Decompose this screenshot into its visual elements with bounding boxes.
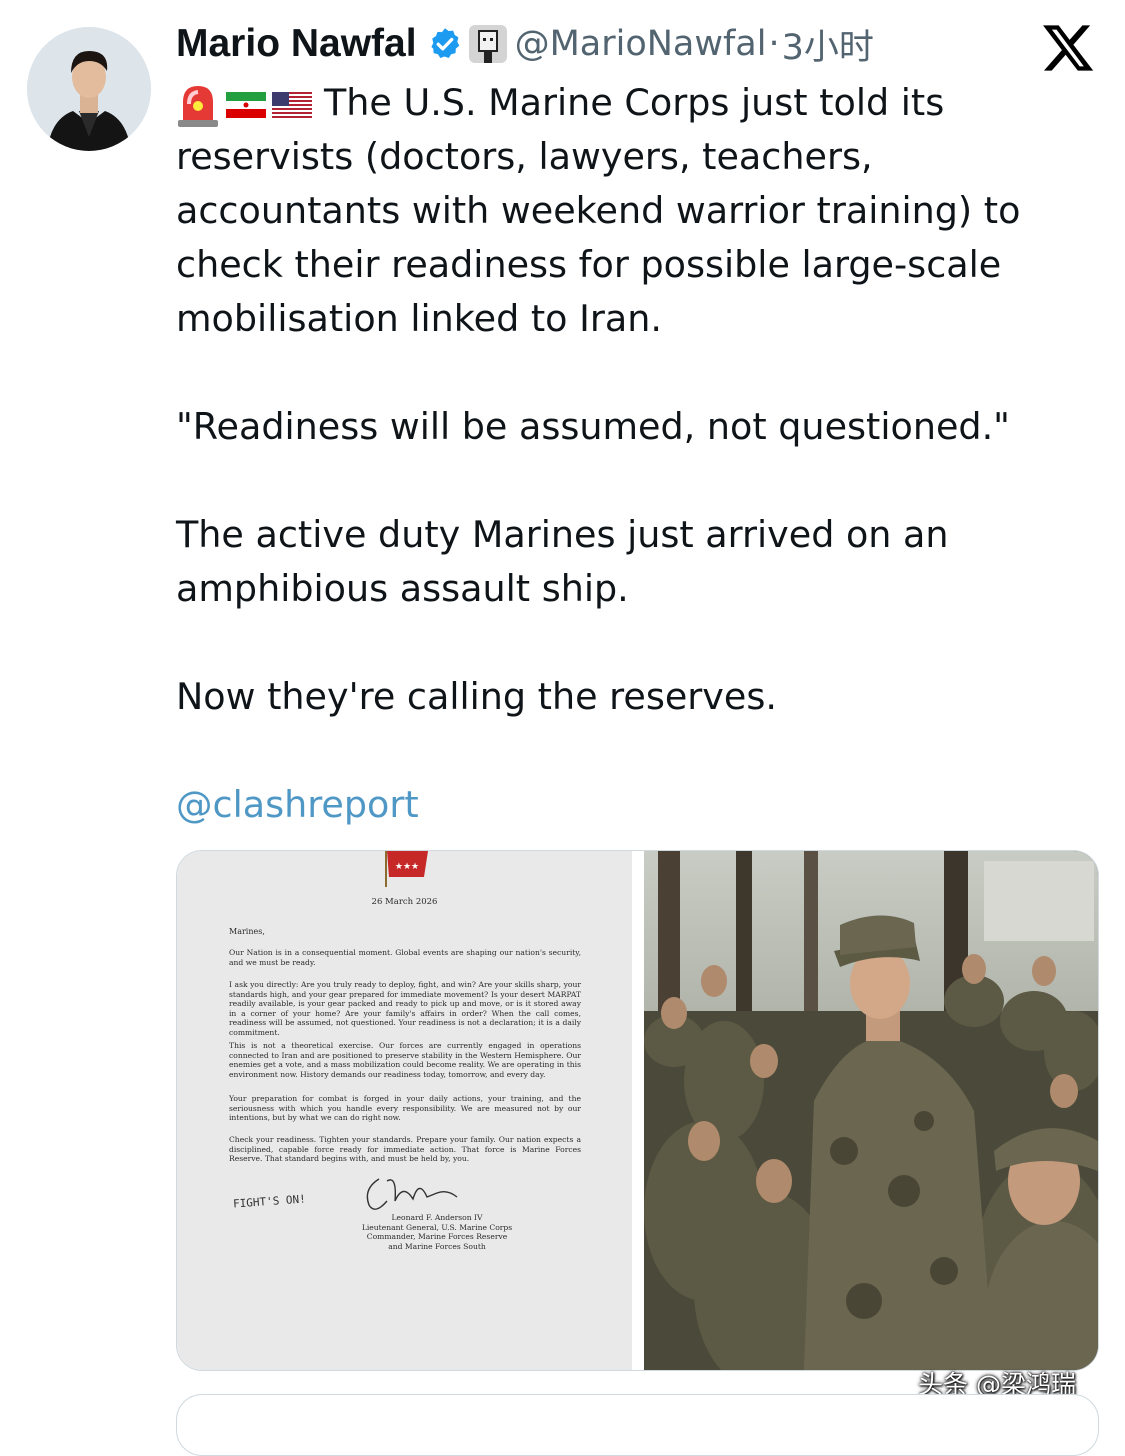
tweet-line-3: accountants with weekend warrior trainin… [176, 189, 1021, 232]
mention-link[interactable]: @clashreport [176, 778, 1081, 832]
emoji-group [176, 82, 312, 128]
signer-title-2: Commander, Marine Forces Reserve [366, 1232, 508, 1242]
letter-greeting: Marines, [229, 927, 265, 936]
letter-paragraph-4: Your preparation for combat is forged in… [229, 1094, 581, 1123]
x-logo-icon[interactable] [1040, 20, 1096, 76]
tweet-header: Mario Nawfal @MarioNawfal · 3小时 [176, 18, 874, 70]
author-handle[interactable]: @MarioNawfal [515, 24, 767, 64]
letter-paragraph-3: This is not a theoretical exercise. Our … [229, 1041, 581, 1079]
tweet-quote: "Readiness will be assumed, not question… [176, 405, 1010, 448]
author-name[interactable]: Mario Nawfal [176, 22, 417, 66]
signer-name: Leonard F. Anderson IV [391, 1213, 483, 1222]
signature-icon [366, 1178, 458, 1210]
letter-paragraph-2: I ask you directly: Are you truly ready … [229, 980, 581, 1037]
tweet-line-2: reservists (doctors, lawyers, teachers, [176, 135, 873, 178]
tweet-line-1: The U.S. Marine Corps just told its [176, 76, 1081, 130]
verified-badge-icon [430, 28, 459, 58]
post-time[interactable]: 3小时 [782, 19, 874, 70]
marines-photo-graphic [644, 851, 1098, 1370]
marines-photo[interactable] [644, 851, 1098, 1370]
avatar-image [27, 27, 151, 151]
media-grid: ★★★ 26 March 2026 Marines, Our Nation is… [176, 850, 1099, 1371]
svg-text:★★★: ★★★ [395, 862, 419, 872]
next-content-card [176, 1394, 1099, 1456]
tweet-line-5: mobilisation linked to Iran. [176, 297, 662, 340]
us-flag-emoji [272, 91, 312, 118]
letter-paragraph-5: Check your readiness. Tighten your stand… [229, 1135, 581, 1164]
affiliate-badge-icon[interactable] [468, 25, 507, 63]
tweet-paragraph-4: Now they're calling the reserves. [176, 675, 777, 718]
letter-signature-block: Leonard F. Anderson IV Lieutenant Genera… [327, 1213, 547, 1251]
general-flag-icon: ★★★ [385, 851, 428, 887]
signer-title-1: Lieutenant General, U.S. Marine Corps [361, 1222, 513, 1232]
letter-handwritten-note: FIGHT'S ON! [232, 1192, 307, 1211]
letter-image[interactable]: ★★★ 26 March 2026 Marines, Our Nation is… [177, 851, 632, 1370]
letter-paragraph-1: Our Nation is in a consequential moment.… [229, 948, 581, 967]
tweet-line-1-text: The U.S. Marine Corps just told its [324, 81, 945, 124]
author-avatar[interactable] [27, 27, 151, 151]
meta-separator: · [768, 24, 780, 64]
iran-flag-emoji [226, 91, 266, 118]
tweet-paragraph-3-line-1: The active duty Marines just arrived on … [176, 513, 949, 556]
tweet-paragraph-3-line-2: amphibious assault ship. [176, 567, 629, 610]
tweet-text: The U.S. Marine Corps just told its rese… [176, 76, 1081, 832]
letter-date: 26 March 2026 [371, 897, 438, 907]
signer-title-3: and Marine Forces South [388, 1241, 486, 1251]
tweet-line-4: check their readiness for possible large… [176, 243, 1002, 286]
siren-emoji [178, 85, 218, 127]
